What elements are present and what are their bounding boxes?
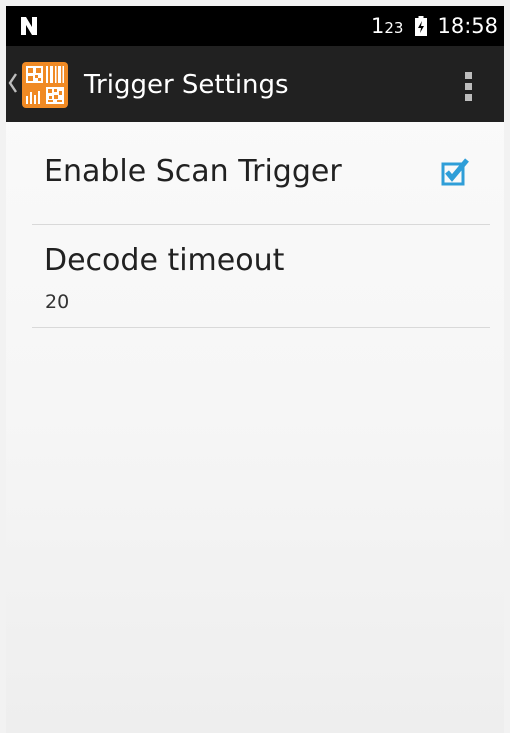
screen: 1 23 18:58 Trigger Settings Enable Scan … xyxy=(6,6,504,733)
pref-enable-scan-trigger[interactable]: Enable Scan Trigger xyxy=(32,122,490,224)
action-bar: Trigger Settings xyxy=(6,46,504,122)
overflow-menu-button[interactable] xyxy=(454,68,484,104)
pref-decode-timeout[interactable]: Decode timeout 20 xyxy=(32,225,490,327)
pref-summary: 20 xyxy=(45,291,70,313)
n-notification-icon xyxy=(21,17,37,35)
up-navigation-button[interactable] xyxy=(6,46,82,122)
checkbox-checked-icon[interactable] xyxy=(440,156,470,186)
status-right-group: 1 23 18:58 xyxy=(371,6,498,46)
pref-title: Enable Scan Trigger xyxy=(44,154,342,189)
action-bar-title: Trigger Settings xyxy=(84,70,289,100)
status-bar: 1 23 18:58 xyxy=(6,6,504,46)
network-type-indicator: 1 23 xyxy=(371,13,404,38)
divider xyxy=(32,327,490,328)
barcode-scanner-app-icon xyxy=(22,62,68,108)
status-clock: 18:58 xyxy=(437,14,498,38)
pref-title: Decode timeout xyxy=(44,243,285,278)
network-type-sub: 23 xyxy=(384,18,404,37)
network-type-main: 1 xyxy=(371,13,385,38)
chevron-left-icon xyxy=(8,73,17,93)
battery-charging-icon xyxy=(415,16,428,36)
